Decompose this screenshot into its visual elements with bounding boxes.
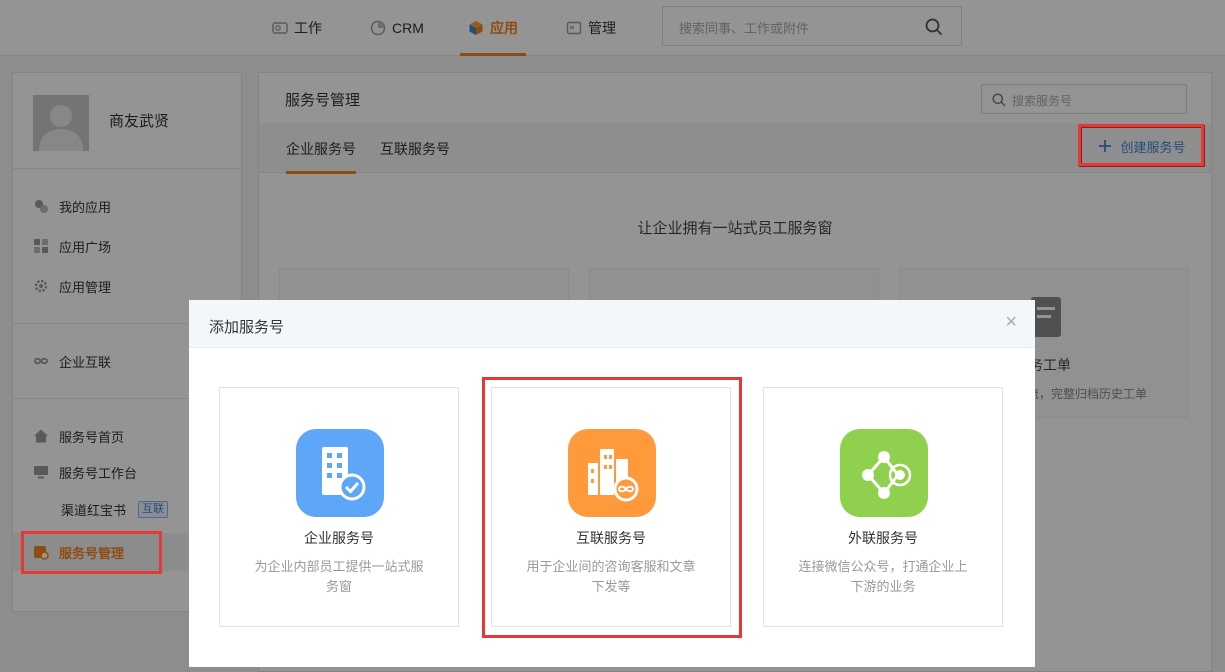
dialog-header: 添加服务号 × xyxy=(189,300,1035,348)
highlight-box xyxy=(1078,124,1204,166)
add-service-dialog: 添加服务号 × 企业服务号 为企业内部员工提供一站式服务窗 互联服务号 用于企业… xyxy=(189,300,1035,667)
card-enterprise-service[interactable]: 企业服务号 为企业内部员工提供一站式服务窗 xyxy=(219,387,459,627)
card-title: 外联服务号 xyxy=(848,530,918,546)
highlight-box xyxy=(482,377,742,638)
card-external-service[interactable]: 外联服务号 连接微信公众号，打通企业上下游的业务 xyxy=(763,387,1003,627)
card-desc: 连接微信公众号，打通企业上下游的业务 xyxy=(798,559,968,594)
enterprise-building-icon xyxy=(296,429,384,517)
card-title: 企业服务号 xyxy=(304,530,374,546)
highlight-box xyxy=(21,531,162,574)
card-desc: 为企业内部员工提供一站式服务窗 xyxy=(254,559,424,594)
close-icon[interactable]: × xyxy=(1005,312,1017,332)
share-network-icon xyxy=(840,429,928,517)
dialog-title: 添加服务号 xyxy=(209,319,285,336)
